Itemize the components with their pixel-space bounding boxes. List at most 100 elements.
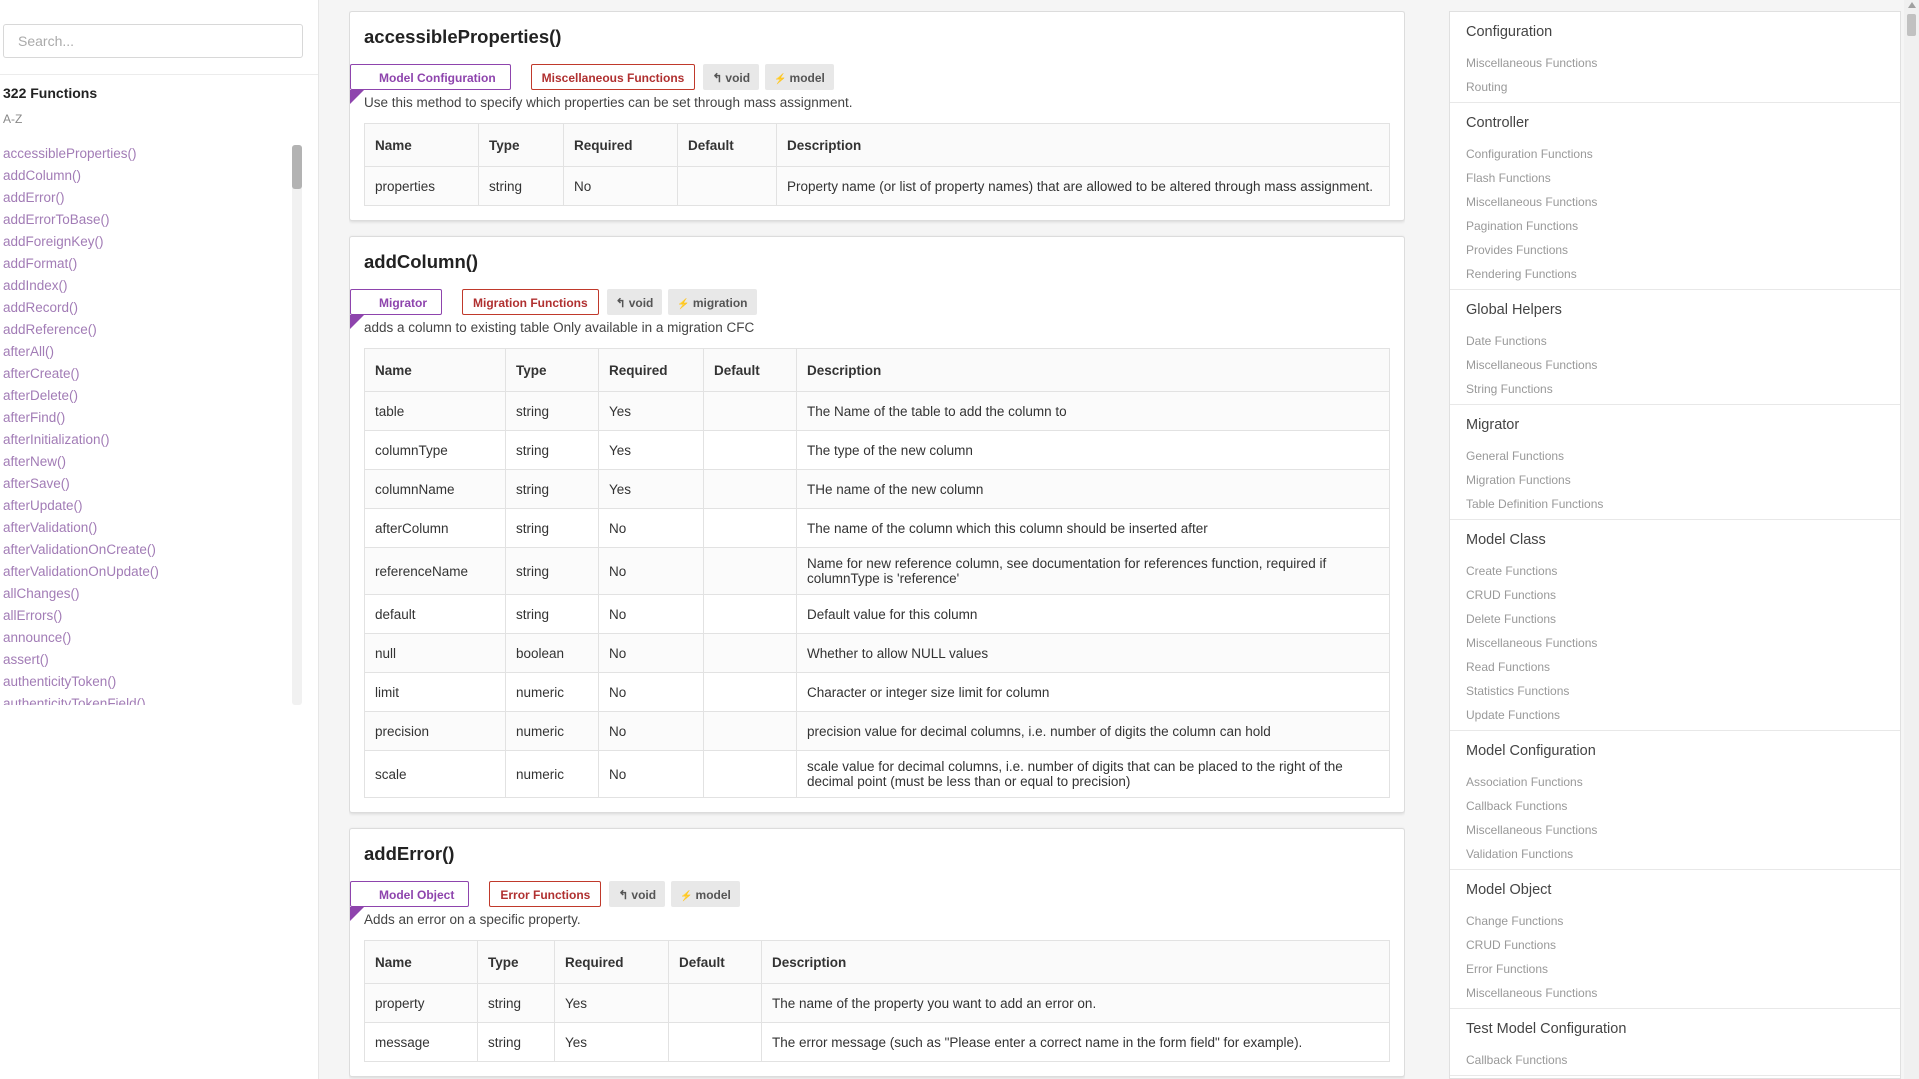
function-link[interactable]: afterValidationOnUpdate() [3,561,288,583]
table-cell: property [364,983,478,1023]
category-link[interactable]: Change Functions [1450,909,1900,933]
function-link[interactable]: addErrorToBase() [3,209,288,231]
category-link[interactable]: Table Definition Functions [1450,492,1900,516]
category-link[interactable]: Miscellaneous Functions [1450,818,1900,842]
category-link[interactable]: Provides Functions [1450,238,1900,262]
function-list-scrollbar[interactable] [292,145,302,705]
category-tag[interactable]: Model Configuration [350,64,511,104]
function-link[interactable]: afterInitialization() [3,429,288,451]
tag-row: Model Object Error Functions ↰ void ⚡ model [350,881,1390,921]
function-link[interactable]: afterNew() [3,451,288,473]
category-tag[interactable]: Model Object [350,881,470,921]
category-link[interactable]: Pagination Functions [1450,214,1900,238]
category-tag[interactable]: Migrator [350,289,442,329]
category-group: Configuration Miscellaneous Functions Rout… [1450,12,1900,103]
category-link[interactable]: Association Functions [1450,770,1900,794]
function-list: accessibleProperties() addColumn() addErro… [3,143,288,705]
function-link[interactable]: announce() [3,627,288,649]
parameters-table: Name Type Required Default Description proper… [364,123,1390,206]
sort-label: A-Z [3,112,23,126]
scope-badge: ⚡ migration [668,289,757,315]
table-cell: default [364,594,506,634]
category-link[interactable]: Create Functions [1450,559,1900,583]
category-link[interactable]: Date Functions [1450,329,1900,353]
category-link[interactable]: Validation Functions [1450,842,1900,866]
category-link[interactable]: CRUD Functions [1450,583,1900,607]
function-link[interactable]: addForeignKey() [3,231,288,253]
function-link[interactable]: assert() [3,649,288,671]
function-link[interactable]: authenticityTokenField() [3,693,288,705]
category-link[interactable]: Miscellaneous Functions [1450,631,1900,655]
table-row: limit numeric No Character or integer size … [364,672,1390,712]
scrollbar-thumb[interactable] [1907,14,1916,36]
category-link[interactable]: Miscellaneous Functions [1450,51,1900,75]
function-link[interactable]: afterValidation() [3,517,288,539]
function-link[interactable]: addIndex() [3,275,288,297]
category-title[interactable]: Model Class [1450,530,1900,550]
section-tag[interactable]: Error Functions [489,881,602,907]
table-cell: string [478,166,564,206]
scope-label: model [789,71,825,85]
column-header: Default [668,940,762,984]
category-link[interactable]: General Functions [1450,444,1900,468]
function-link[interactable]: authenticityToken() [3,671,288,693]
table-cell: Yes [554,1022,669,1062]
category-link[interactable]: Callback Functions [1450,794,1900,818]
scroll-up-arrow-icon[interactable] [1907,2,1916,8]
function-link[interactable]: accessibleProperties() [3,143,288,165]
category-link[interactable]: CRUD Functions [1450,933,1900,957]
category-link[interactable]: Error Functions [1450,957,1900,981]
category-link[interactable]: Configuration Functions [1450,142,1900,166]
function-link[interactable]: addColumn() [3,165,288,187]
category-title[interactable]: Model Configuration [1450,741,1900,761]
function-link[interactable]: allErrors() [3,605,288,627]
table-cell: precision value for decimal columns, i.e… [796,711,1390,751]
function-link[interactable]: addRecord() [3,297,288,319]
function-link[interactable]: afterFind() [3,407,288,429]
table-cell [703,430,797,470]
page-scrollbar[interactable] [1904,0,1919,1079]
category-title[interactable]: Test Model Configuration [1450,1019,1900,1039]
function-link[interactable]: allChanges() [3,583,288,605]
table-cell: Name for new reference column, see docum… [796,547,1390,595]
category-link[interactable]: Callback Functions [1450,1048,1900,1072]
category-link[interactable]: Statistics Functions [1450,679,1900,703]
returns-label: void [631,888,657,902]
category-group: Model Configuration Association Functions… [1450,731,1900,870]
function-link[interactable]: afterValidationOnCreate() [3,539,288,561]
category-title[interactable]: Global Helpers [1450,300,1900,320]
category-link[interactable]: Update Functions [1450,703,1900,727]
category-link[interactable]: Miscellaneous Functions [1450,190,1900,214]
scrollbar-thumb[interactable] [292,145,302,189]
column-header: Default [677,123,777,167]
category-title[interactable]: Migrator [1450,415,1900,435]
category-group: Migrator General Functions Migration Funct… [1450,405,1900,520]
function-link[interactable]: afterSave() [3,473,288,495]
table-cell: No [598,711,704,751]
function-title: addError() [364,843,455,864]
category-link[interactable]: Flash Functions [1450,166,1900,190]
table-cell: The type of the new column [796,430,1390,470]
category-link[interactable]: Routing [1450,75,1900,99]
function-link[interactable]: afterDelete() [3,385,288,407]
section-tag[interactable]: Miscellaneous Functions [530,64,696,90]
table-cell: properties [364,166,479,206]
search-input[interactable] [3,24,303,58]
category-link[interactable]: String Functions [1450,377,1900,401]
category-link[interactable]: Miscellaneous Functions [1450,353,1900,377]
category-link[interactable]: Delete Functions [1450,607,1900,631]
category-link[interactable]: Read Functions [1450,655,1900,679]
function-link[interactable]: afterAll() [3,341,288,363]
category-link[interactable]: Miscellaneous Functions [1450,981,1900,1005]
function-link[interactable]: addReference() [3,319,288,341]
section-tag[interactable]: Migration Functions [462,289,599,315]
category-title[interactable]: Model Object [1450,880,1900,900]
category-link[interactable]: Rendering Functions [1450,262,1900,286]
category-link[interactable]: Migration Functions [1450,468,1900,492]
function-link[interactable]: afterUpdate() [3,495,288,517]
category-title[interactable]: Configuration [1450,22,1900,42]
function-link[interactable]: addFormat() [3,253,288,275]
function-link[interactable]: addError() [3,187,288,209]
category-title[interactable]: Controller [1450,113,1900,133]
function-link[interactable]: afterCreate() [3,363,288,385]
